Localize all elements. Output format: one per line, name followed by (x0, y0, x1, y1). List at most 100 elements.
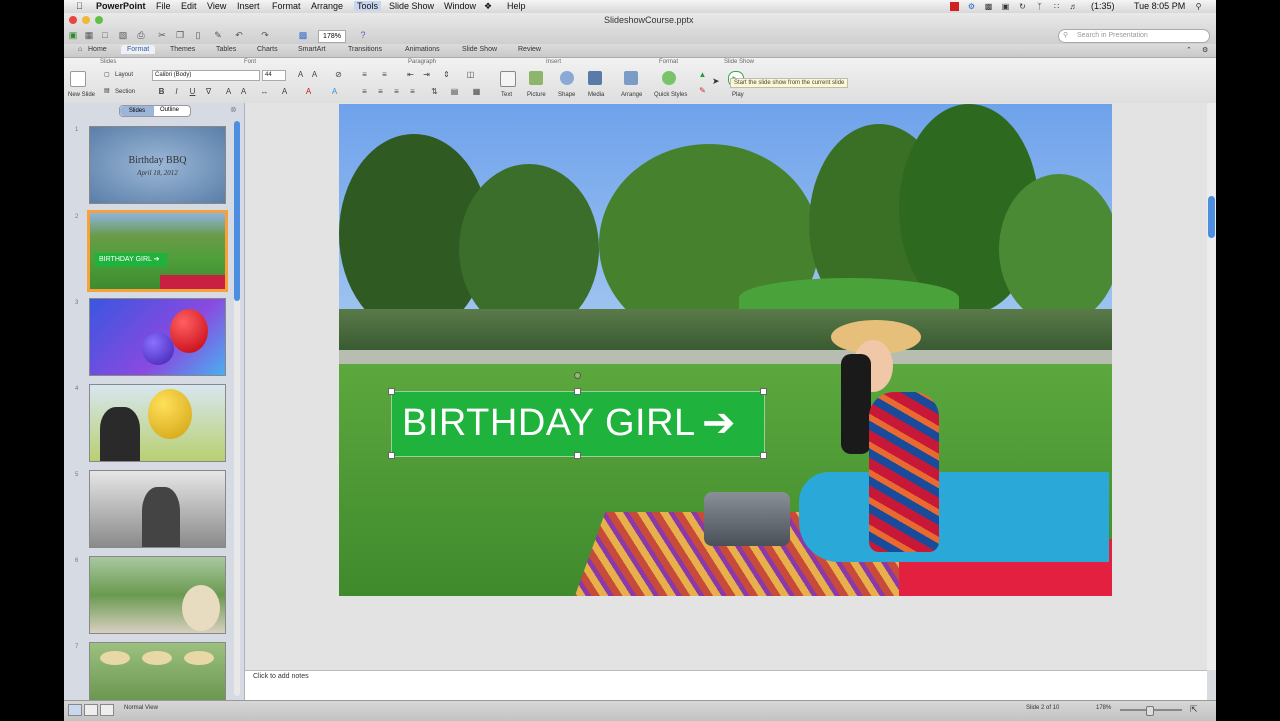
insert-picture-button[interactable]: Picture (527, 92, 546, 98)
paste-icon[interactable]: ▯ (193, 30, 203, 40)
print-icon[interactable]: ⎙ (136, 30, 146, 40)
gear-icon[interactable]: ⚙ (967, 2, 976, 11)
shape-icon[interactable] (560, 71, 574, 85)
picture-icon[interactable] (529, 71, 543, 85)
change-case-icon[interactable]: A (280, 87, 289, 96)
resize-handle[interactable] (760, 452, 767, 459)
play-button[interactable]: Play (732, 92, 744, 98)
shape-fill-icon[interactable]: ▲ (698, 70, 707, 79)
gallery-icon[interactable]: ▩ (298, 30, 308, 40)
menu-tools[interactable]: Tools (354, 1, 382, 11)
decrease-indent-icon[interactable]: ⇤ (406, 70, 415, 79)
media-icon[interactable] (588, 71, 602, 85)
section-icon[interactable]: ▤ (104, 87, 110, 94)
templates-icon[interactable]: ▦ (84, 30, 94, 40)
char-spacing-icon[interactable]: ↔ (260, 87, 269, 96)
script-menu-icon[interactable]: ❖ (484, 1, 492, 12)
resize-handle[interactable] (574, 388, 581, 395)
time-machine-icon[interactable]: ↻ (1018, 2, 1027, 11)
smartart-convert-icon[interactable]: ▦ (472, 87, 481, 96)
strikethrough-icon[interactable]: ∇ (204, 87, 213, 96)
layout-icon[interactable]: ▢ (104, 71, 110, 78)
font-size-field[interactable]: 44 (262, 70, 286, 81)
scroll-thumb[interactable] (1208, 196, 1215, 238)
slide-thumb-5[interactable] (89, 470, 226, 548)
resize-handle[interactable] (574, 452, 581, 459)
insert-text-button[interactable]: Text (501, 92, 512, 98)
menu-window[interactable]: Window (444, 1, 476, 11)
text-direction-icon[interactable]: ⇅ (430, 87, 439, 96)
subscript-icon[interactable]: A (239, 87, 248, 96)
arrange-button[interactable]: Arrange (621, 92, 642, 98)
superscript-icon[interactable]: A (224, 87, 233, 96)
zoom-field[interactable]: 178% (318, 30, 346, 43)
zoom-button[interactable] (95, 16, 103, 24)
tab-review[interactable]: Review (518, 46, 541, 53)
rotate-handle[interactable] (574, 372, 581, 379)
tab-home[interactable]: Home (88, 46, 107, 53)
new-icon[interactable]: ▣ (68, 30, 78, 40)
save-icon[interactable]: ▧ (118, 30, 128, 40)
tab-transitions[interactable]: Transitions (348, 46, 382, 53)
redo-icon[interactable]: ↷ (260, 30, 270, 40)
close-pane-icon[interactable]: ⊗ (230, 105, 237, 114)
tab-outline[interactable]: Outline (160, 107, 179, 113)
tab-smartart[interactable]: SmartArt (298, 46, 326, 53)
font-color-icon[interactable]: A (304, 87, 313, 96)
columns-icon[interactable]: ◫ (466, 70, 475, 79)
resize-handle[interactable] (760, 388, 767, 395)
arrange-icon[interactable] (624, 71, 638, 85)
bullets-icon[interactable]: ≡ (360, 70, 369, 79)
slide-thumb-4[interactable] (89, 384, 226, 462)
justify-icon[interactable]: ≡ (408, 87, 417, 96)
align-right-icon[interactable]: ≡ (392, 87, 401, 96)
align-text-icon[interactable]: ▤ (450, 87, 459, 96)
shape-line-icon[interactable]: ✎ (698, 86, 707, 95)
tab-slide-show[interactable]: Slide Show (462, 46, 497, 53)
slide-thumb-1[interactable]: Birthday BBQ April 18, 2012 (89, 126, 226, 204)
slide-thumb-2[interactable]: BIRTHDAY GIRL ➔ (87, 210, 228, 292)
line-spacing-icon[interactable]: ⇕ (442, 70, 451, 79)
cut-icon[interactable]: ✂ (157, 30, 167, 40)
editor-scrollbar[interactable] (1207, 103, 1216, 670)
bold-icon[interactable]: B (157, 87, 166, 96)
app-menu[interactable]: PowerPoint (96, 1, 146, 11)
birthday-girl-banner[interactable]: BIRTHDAY GIRL ➔ (391, 391, 765, 457)
text-effects-icon[interactable]: A (330, 87, 339, 96)
battery-status[interactable]: (1:35) (1091, 1, 1115, 11)
menu-arrange[interactable]: Arrange (311, 1, 343, 11)
font-name-field[interactable]: Calibri (Body) (152, 70, 260, 81)
menu-insert[interactable]: Insert (237, 1, 260, 11)
insert-shape-button[interactable]: Shape (558, 92, 575, 98)
notes-placeholder[interactable]: Click to add notes (253, 673, 309, 680)
record-icon[interactable] (950, 2, 959, 11)
resize-handle[interactable] (388, 388, 395, 395)
search-field[interactable]: ⚲ Search in Presentation (1058, 29, 1210, 43)
tab-slides[interactable]: Slides (120, 106, 154, 116)
volume-icon[interactable]: ♬ (1069, 2, 1078, 11)
minimize-button[interactable] (82, 16, 90, 24)
section-button[interactable]: Section (115, 89, 135, 95)
bluetooth-icon[interactable]: ᛉ (1035, 2, 1044, 11)
slide-sorter-icon[interactable] (84, 704, 98, 716)
slide-thumb-3[interactable] (89, 298, 226, 376)
menu-format[interactable]: Format (272, 1, 301, 11)
notes-pane[interactable]: Click to add notes (245, 670, 1207, 701)
presenter-view-icon[interactable] (100, 704, 114, 716)
quick-styles-button[interactable]: Quick Styles (654, 92, 687, 98)
menu-help[interactable]: Help (507, 1, 526, 11)
tab-format[interactable]: Format (121, 45, 156, 54)
layout-button[interactable]: Layout (115, 72, 133, 78)
clock[interactable]: Tue 8:05 PM (1134, 1, 1185, 11)
help-icon[interactable]: ? (358, 30, 368, 40)
quick-styles-icon[interactable] (662, 71, 676, 85)
undo-icon[interactable]: ↶ (234, 30, 244, 40)
display-icon[interactable]: ▣ (1001, 2, 1010, 11)
open-icon[interactable]: □ (100, 30, 110, 40)
thumbnails-scrollbar[interactable] (234, 121, 240, 696)
text-box-icon[interactable] (500, 71, 516, 87)
menu-edit[interactable]: Edit (181, 1, 197, 11)
increase-indent-icon[interactable]: ⇥ (422, 70, 431, 79)
scroll-thumb[interactable] (234, 121, 240, 301)
numbering-icon[interactable]: ≡ (380, 70, 389, 79)
